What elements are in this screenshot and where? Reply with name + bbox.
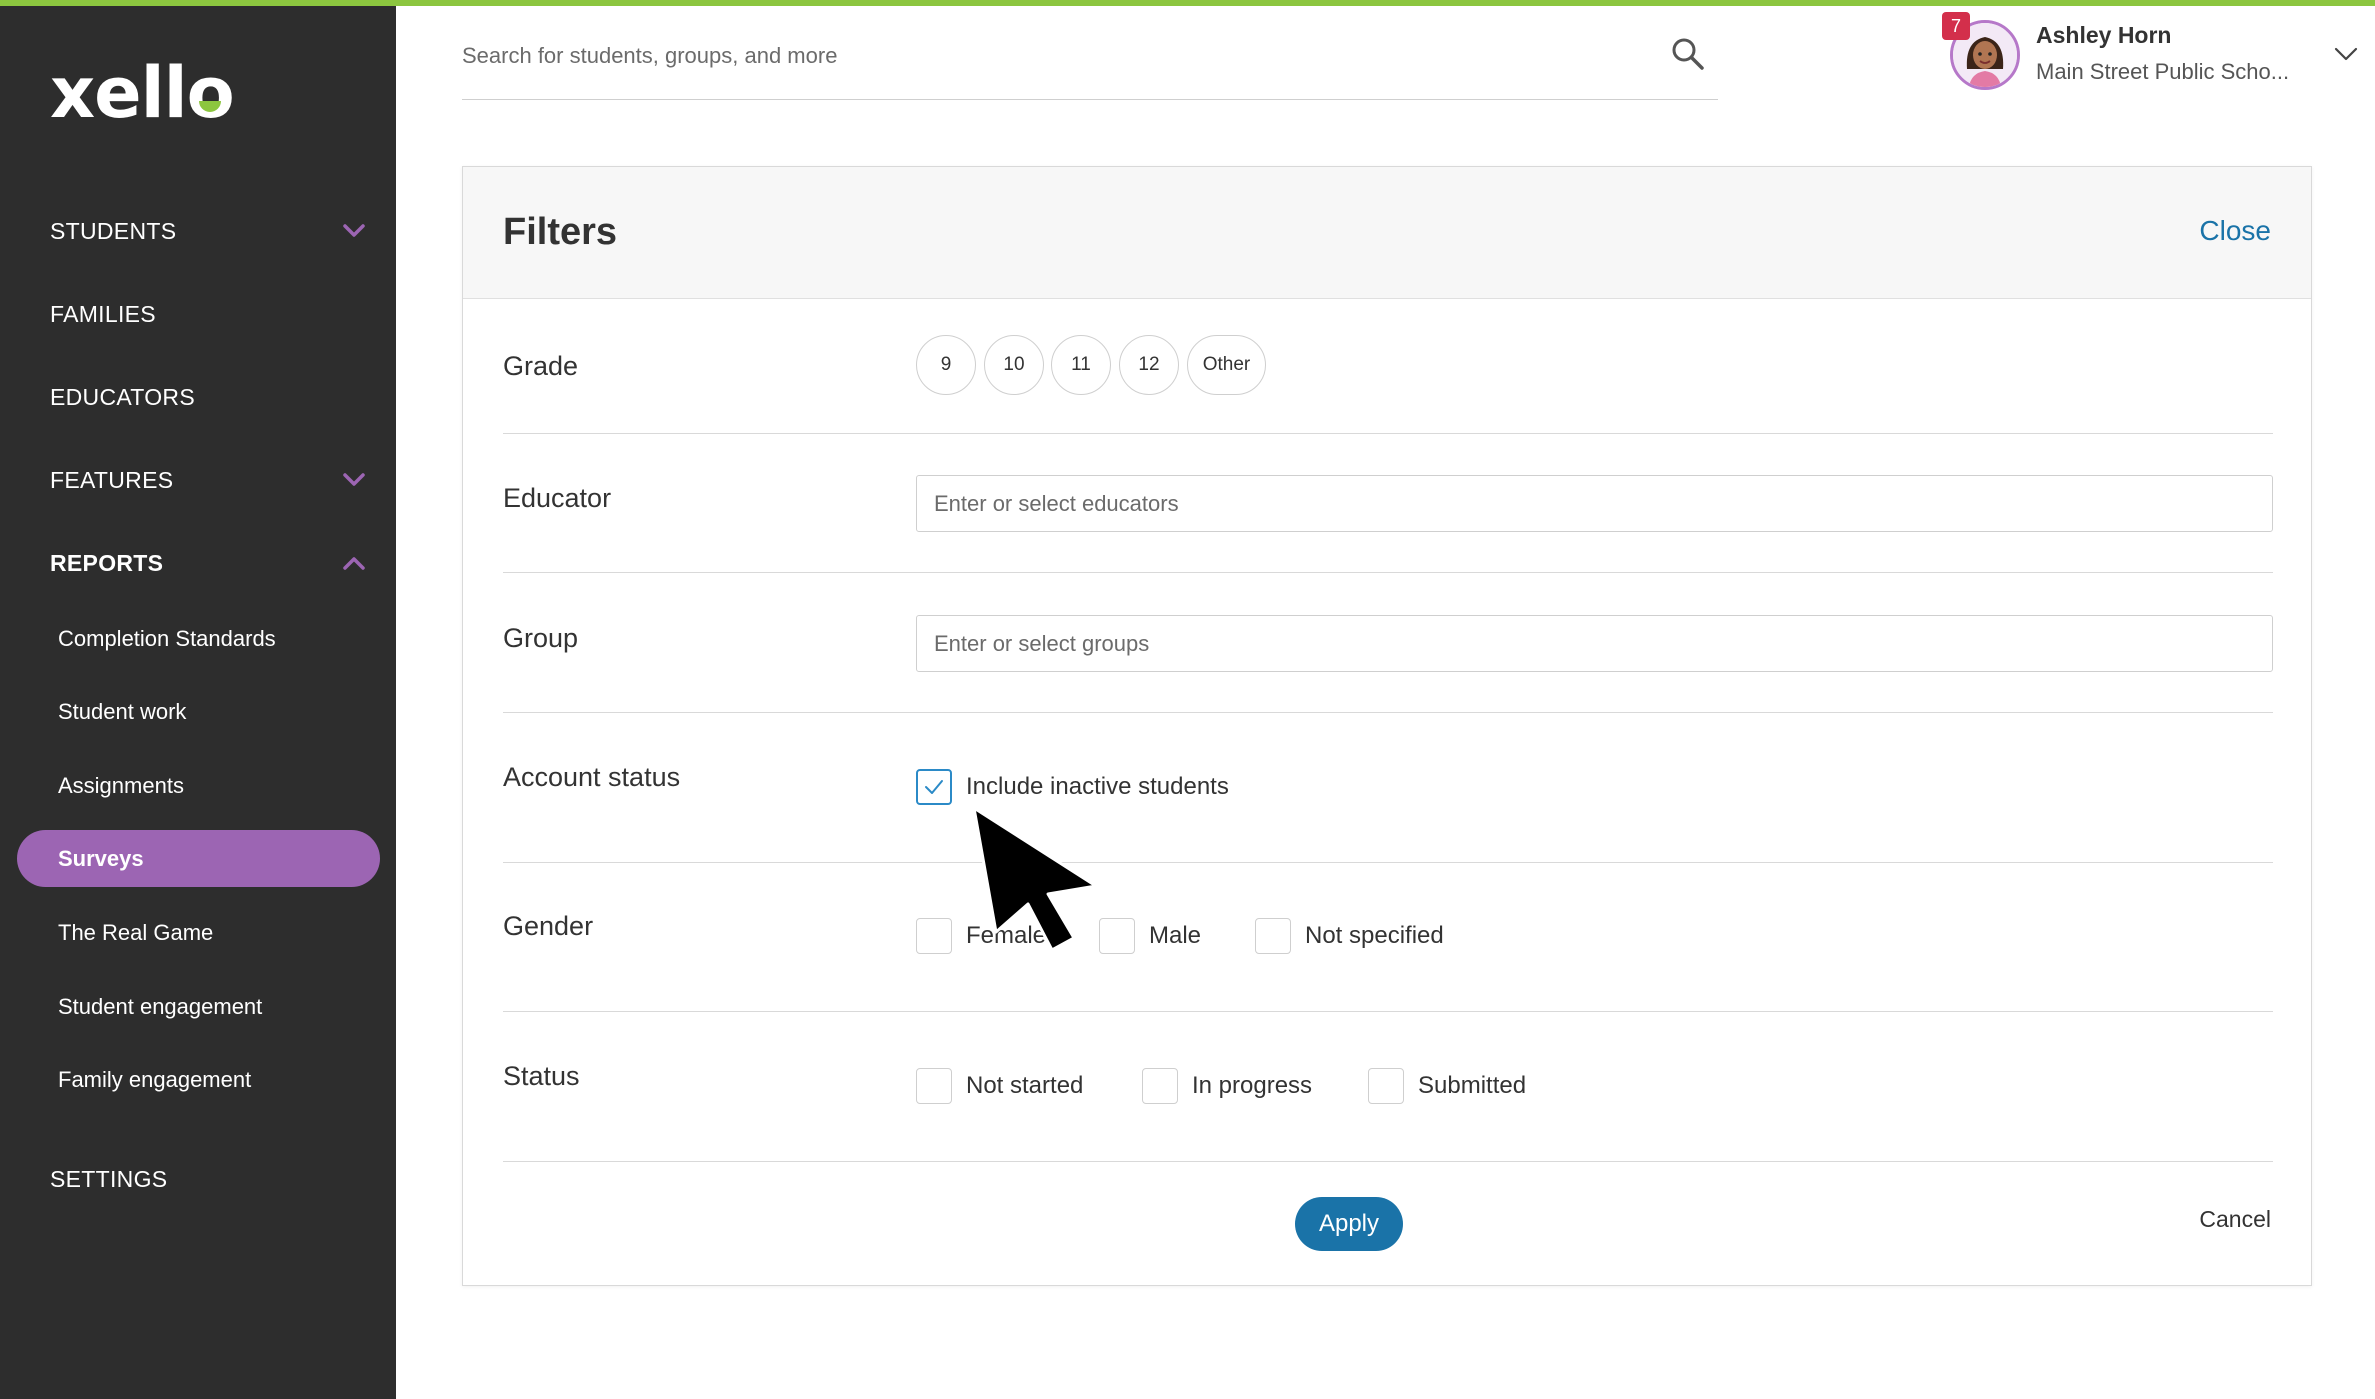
logo-smile-icon (199, 101, 222, 113)
checkbox[interactable] (1368, 1068, 1404, 1104)
sidebar-item-label: SETTINGS (50, 1165, 168, 1192)
sidebar-item-educators[interactable]: EDUCATORS (50, 377, 366, 417)
chevron-up-icon (342, 551, 366, 575)
search-icon[interactable] (1670, 36, 1706, 72)
gender-option-label: Not specified (1305, 922, 1444, 949)
sidebar-subitem-label: Assignments (58, 772, 184, 798)
account-status-filter-row: Account status Include inactive students (503, 713, 2273, 863)
apply-button[interactable]: Apply (1295, 1197, 1403, 1251)
sidebar-item-features[interactable]: FEATURES (50, 460, 366, 500)
filters-panel: Filters Close Grade 9 10 11 12 Other Edu… (462, 166, 2312, 1286)
grade-option-11[interactable]: 11 (1051, 335, 1111, 395)
logo-smile-o: o (186, 52, 235, 134)
status-option-label: Submitted (1418, 1072, 1527, 1099)
include-inactive-label: Include inactive students (966, 773, 1229, 800)
filters-header: Filters Close (463, 167, 2311, 299)
sidebar-subitem-label: Completion Standards (58, 625, 276, 651)
filters-title: Filters (503, 211, 618, 253)
group-filter-row: Group (503, 573, 2273, 713)
profile-school: Main Street Public Scho... (2036, 59, 2290, 84)
sidebar-subitem-student-work[interactable]: Student work (17, 683, 380, 740)
educator-label: Educator (503, 483, 612, 513)
top-accent-bar (0, 0, 2375, 6)
gender-not-specified-checkbox[interactable]: Not specified (1255, 917, 1444, 955)
search-input[interactable] (462, 34, 1642, 78)
status-label: Status (503, 1061, 580, 1091)
sidebar-item-families[interactable]: FAMILIES (50, 294, 366, 334)
sidebar-subitem-label: The Real Game (58, 919, 214, 945)
status-in-progress-checkbox[interactable]: In progress (1142, 1067, 1312, 1105)
checkbox-checked[interactable] (916, 769, 952, 805)
checkbox[interactable] (1255, 918, 1291, 954)
chevron-down-icon[interactable] (2332, 40, 2360, 68)
checkbox[interactable] (916, 918, 952, 954)
sidebar-item-label: FAMILIES (50, 300, 156, 327)
educator-input[interactable] (916, 475, 2273, 532)
sidebar-subitem-assignments[interactable]: Assignments (17, 757, 380, 814)
sidebar-subitem-family-engagement[interactable]: Family engagement (17, 1051, 380, 1108)
close-link[interactable]: Close (2199, 215, 2271, 247)
sidebar-subitem-surveys[interactable]: Surveys (17, 830, 380, 887)
sidebar-item-label: FEATURES (50, 466, 174, 493)
grade-option-10[interactable]: 10 (984, 335, 1044, 395)
gender-filter-row: Gender Female Male Not specified (503, 863, 2273, 1012)
include-inactive-checkbox[interactable]: Include inactive students (916, 768, 1229, 806)
grade-option-12[interactable]: 12 (1119, 335, 1179, 395)
xello-logo[interactable]: xello (50, 52, 235, 134)
status-option-label: Not started (966, 1072, 1084, 1099)
grade-label: Grade (503, 351, 579, 381)
checkbox[interactable] (1099, 918, 1135, 954)
status-submitted-checkbox[interactable]: Submitted (1368, 1067, 1526, 1105)
group-input[interactable] (916, 615, 2273, 672)
sidebar-item-label: EDUCATORS (50, 383, 195, 410)
group-label: Group (503, 623, 579, 653)
sidebar-subitem-label: Surveys (58, 845, 144, 871)
grade-option-9[interactable]: 9 (916, 335, 976, 395)
checkbox[interactable] (916, 1068, 952, 1104)
sidebar-subitem-the-real-game[interactable]: The Real Game (17, 904, 380, 961)
gender-option-label: Male (1149, 922, 1202, 949)
sidebar-item-label: REPORTS (50, 549, 164, 576)
grade-filter-row: Grade 9 10 11 12 Other (503, 299, 2273, 434)
gender-label: Gender (503, 911, 594, 941)
sidebar-subitem-label: Student engagement (58, 993, 263, 1019)
sidebar-subitem-student-engagement[interactable]: Student engagement (17, 978, 380, 1035)
mouse-cursor-icon (970, 806, 1100, 952)
sidebar: xello STUDENTS FAMILIES EDUCATORS FEATUR… (0, 0, 396, 1399)
sidebar-item-label: STUDENTS (50, 217, 177, 244)
global-search (462, 22, 1718, 100)
gender-male-checkbox[interactable]: Male (1099, 917, 1201, 955)
user-profile-menu[interactable]: 7 Ashley Horn Main Street Public Scho... (1942, 12, 2360, 94)
checkbox[interactable] (1142, 1068, 1178, 1104)
profile-name: Ashley Horn (2036, 22, 2172, 48)
sidebar-item-reports[interactable]: REPORTS (50, 543, 366, 583)
chevron-down-icon (342, 468, 366, 492)
sidebar-subitem-label: Student work (58, 698, 187, 724)
account-status-label: Account status (503, 762, 681, 792)
status-filter-row: Status Not started In progress Submitted (503, 1012, 2273, 1162)
educator-filter-row: Educator (503, 434, 2273, 573)
sidebar-subitem-completion-standards[interactable]: Completion Standards (17, 610, 380, 667)
grade-option-other[interactable]: Other (1187, 335, 1266, 395)
sidebar-subitem-label: Family engagement (58, 1066, 252, 1092)
notification-badge[interactable]: 7 (1942, 12, 1970, 40)
status-not-started-checkbox[interactable]: Not started (916, 1067, 1083, 1105)
chevron-down-icon (342, 219, 366, 243)
sidebar-item-students[interactable]: STUDENTS (50, 211, 366, 251)
cancel-link[interactable]: Cancel (2199, 1206, 2271, 1233)
status-option-label: In progress (1192, 1072, 1313, 1099)
sidebar-item-settings[interactable]: SETTINGS (50, 1159, 366, 1199)
